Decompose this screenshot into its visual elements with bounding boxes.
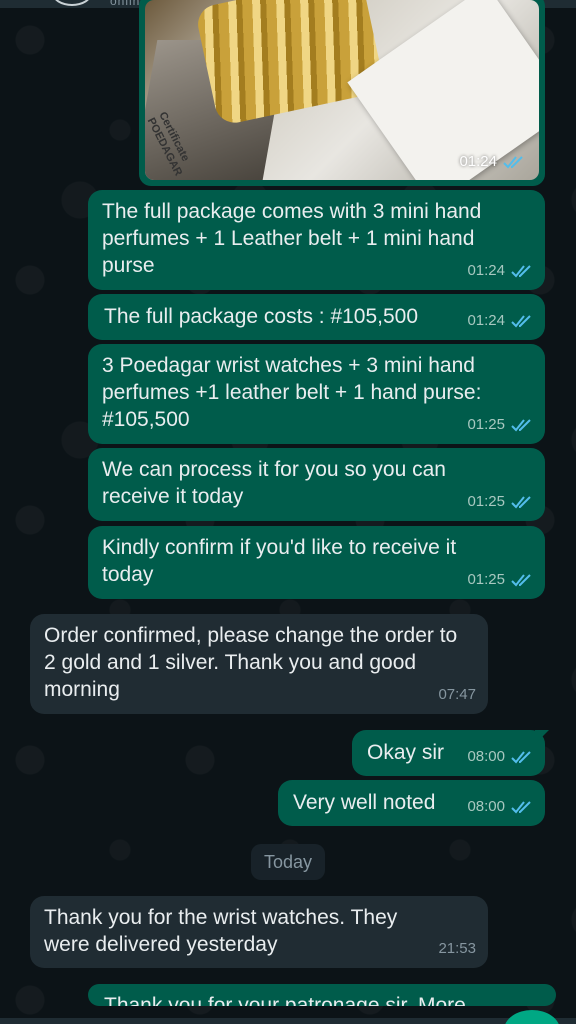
read-receipt-icon	[511, 573, 531, 586]
message-meta: 07:47	[438, 681, 476, 708]
read-receipt-icon	[503, 155, 523, 168]
message-bubble[interactable]: 3 Poedagar wrist watches + 3 mini hand p…	[88, 344, 545, 444]
message-text: Thank you for your patronage sir. More	[104, 994, 466, 1006]
message-bubble[interactable]: Kindly confirm if you'd like to receive …	[88, 526, 545, 599]
message-meta: 01:25	[467, 411, 533, 438]
message-meta: 01:24	[459, 153, 525, 170]
message-text: Okay sir	[367, 741, 445, 764]
message-text: Kindly confirm if you'd like to receive …	[102, 536, 457, 586]
message-meta: 01:24	[467, 257, 533, 284]
message-time: 07:47	[438, 686, 476, 703]
message-meta: 01:24	[467, 307, 533, 334]
read-receipt-icon	[511, 495, 531, 508]
message-bubble[interactable]: The full package costs : #105,500 01:24	[88, 294, 545, 340]
image-message[interactable]: Certificate POEDAGAR 01:24	[139, 0, 545, 186]
read-receipt-icon	[511, 418, 531, 431]
message-bubble[interactable]: Thank you for the wrist watches. They we…	[30, 896, 488, 968]
message-meta: 01:25	[467, 488, 533, 515]
message-bubble[interactable]: We can process it for you so you can rec…	[88, 448, 545, 521]
read-receipt-icon	[511, 750, 531, 763]
bubble-tail	[535, 730, 549, 744]
message-time: 01:24	[467, 262, 505, 279]
message-time: 01:24	[467, 312, 505, 329]
message-meta: 08:00	[467, 743, 533, 770]
message-text: Thank you for the wrist watches. They we…	[44, 906, 398, 956]
message-bubble[interactable]: Order confirmed, please change the order…	[30, 614, 488, 714]
date-divider: Today	[251, 844, 325, 880]
message-time: 08:00	[467, 748, 505, 765]
message-time: 01:25	[467, 416, 505, 433]
message-text: We can process it for you so you can rec…	[102, 458, 446, 508]
read-receipt-icon	[511, 264, 531, 277]
message-time: 21:53	[438, 940, 476, 957]
message-bubble[interactable]: Okay sir 08:00	[352, 730, 545, 776]
message-time: 08:00	[467, 798, 505, 815]
message-text: Very well noted	[293, 791, 436, 814]
message-meta: 08:00	[467, 793, 533, 820]
message-meta: 01:25	[467, 566, 533, 593]
message-bubble[interactable]: Very well noted 08:00	[278, 780, 545, 826]
message-bubble[interactable]: The full package comes with 3 mini hand …	[88, 190, 545, 290]
read-receipt-icon	[511, 800, 531, 813]
message-text: The full package costs : #105,500	[104, 305, 419, 328]
message-meta: 21:53	[438, 935, 476, 962]
message-text: Order confirmed, please change the order…	[44, 624, 458, 701]
message-time: 01:25	[467, 493, 505, 510]
gold-watch	[194, 0, 386, 127]
message-time: 01:24	[459, 153, 497, 170]
message-bubble[interactable]: Thank you for your patronage sir. More	[88, 984, 556, 1006]
message-text: The full package comes with 3 mini hand …	[102, 200, 482, 277]
input-bar[interactable]	[0, 1018, 576, 1024]
message-time: 01:25	[467, 571, 505, 588]
watch-photo[interactable]: Certificate POEDAGAR 01:24	[145, 0, 539, 180]
read-receipt-icon	[511, 314, 531, 327]
